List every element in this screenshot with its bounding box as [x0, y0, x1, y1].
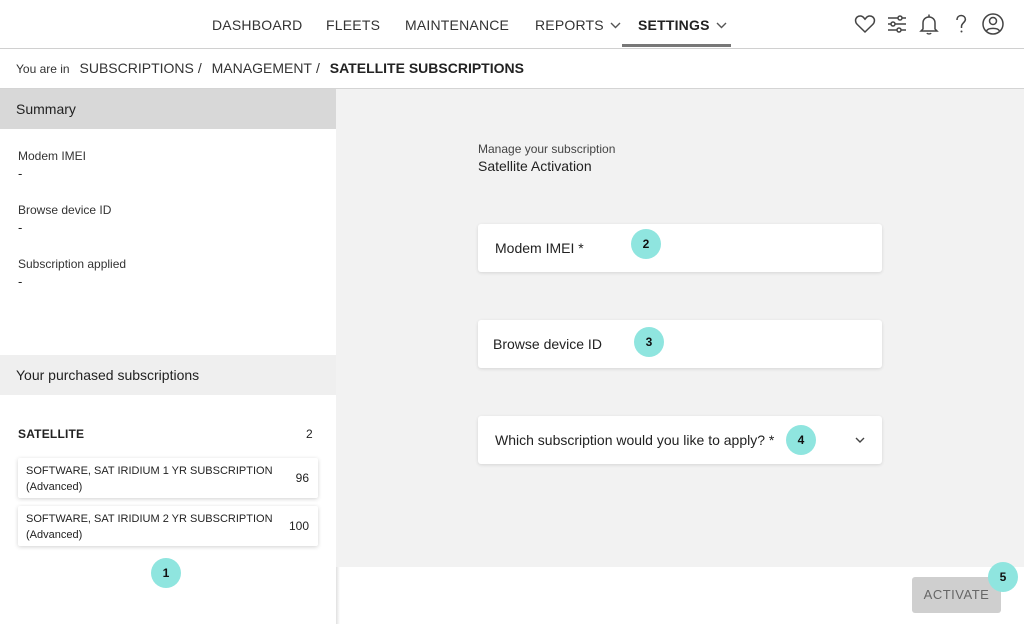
subscription-count: 96	[295, 471, 309, 485]
chevron-down-icon	[716, 0, 727, 49]
nav-reports-label: REPORTS	[535, 17, 604, 33]
step-badge-2: 2	[631, 229, 661, 259]
nav-fleets[interactable]: FLEETS	[326, 0, 380, 48]
heart-icon[interactable]	[853, 12, 877, 36]
chevron-down-icon	[855, 437, 865, 443]
form-title: Satellite Activation	[478, 158, 592, 174]
step-badge-1: 1	[151, 558, 181, 588]
subscription-card[interactable]: SOFTWARE, SAT IRIDIUM 2 YR SUBSCRIPTION …	[18, 506, 318, 546]
modem-imei-input[interactable]: Modem IMEI *	[478, 224, 882, 272]
subscription-card[interactable]: SOFTWARE, SAT IRIDIUM 1 YR SUBSCRIPTION …	[18, 458, 318, 498]
device-id-placeholder: Browse device ID	[493, 336, 602, 352]
step-badge-5: 5	[988, 562, 1018, 592]
purchased-subscriptions-header: Your purchased subscriptions	[0, 355, 336, 395]
device-id-input[interactable]: Browse device ID	[478, 320, 882, 368]
subscription-tier: (Advanced)	[26, 481, 83, 493]
step-badge-4: 4	[786, 425, 816, 455]
activate-button[interactable]: ACTIVATE	[912, 577, 1001, 613]
summary-modem-imei-label: Modem IMEI	[18, 149, 87, 163]
nav-settings-label: SETTINGS	[638, 17, 710, 33]
subscription-name: SOFTWARE, SAT IRIDIUM 2 YR SUBSCRIPTION	[26, 513, 273, 525]
summary-subscription-value: -	[18, 274, 23, 289]
subscription-select-placeholder: Which subscription would you like to app…	[495, 432, 775, 448]
breadcrumb-subscriptions[interactable]: SUBSCRIPTIONS	[80, 60, 194, 76]
sliders-icon[interactable]	[885, 12, 909, 36]
activation-form-panel: Manage your subscription Satellite Activ…	[336, 89, 1024, 567]
active-tab-indicator	[622, 44, 731, 47]
modem-imei-placeholder: Modem IMEI *	[495, 240, 584, 256]
top-navigation: DASHBOARD FLEETS MAINTENANCE REPORTS SET…	[0, 0, 1024, 49]
summary-header: Summary	[0, 89, 336, 129]
summary-panel: Summary Modem IMEI - Browse device ID - …	[0, 89, 336, 624]
nav-maintenance[interactable]: MAINTENANCE	[405, 0, 509, 48]
breadcrumb-separator: /	[197, 60, 202, 76]
nav-reports[interactable]: REPORTS	[535, 0, 621, 48]
subscription-name: SOFTWARE, SAT IRIDIUM 1 YR SUBSCRIPTION	[26, 465, 273, 477]
bell-icon[interactable]	[917, 12, 941, 36]
subscription-count: 100	[288, 519, 309, 533]
user-icon[interactable]	[981, 12, 1005, 36]
summary-device-id-label: Browse device ID	[18, 203, 112, 217]
subscription-select[interactable]: Which subscription would you like to app…	[478, 416, 882, 464]
chevron-down-icon	[610, 0, 621, 49]
step-badge-3: 3	[634, 327, 664, 357]
form-label: Manage your subscription	[478, 142, 616, 156]
satellite-group-count: 2	[306, 427, 313, 441]
breadcrumb: You are in SUBSCRIPTIONS / MANAGEMENT / SA…	[16, 60, 524, 78]
breadcrumb-management[interactable]: MANAGEMENT	[212, 60, 312, 76]
summary-subscription-label: Subscription applied	[18, 257, 127, 271]
panel-shadow	[336, 567, 340, 624]
summary-modem-imei-value: -	[18, 166, 23, 181]
breadcrumb-current: SATELLITE SUBSCRIPTIONS	[329, 60, 524, 76]
satellite-group-title: SATELLITE	[18, 427, 85, 441]
nav-dashboard[interactable]: DASHBOARD	[212, 0, 302, 48]
help-icon[interactable]	[949, 12, 973, 36]
summary-device-id-value: -	[18, 220, 23, 235]
breadcrumb-prefix: You are in	[16, 62, 70, 76]
breadcrumb-separator: /	[315, 60, 320, 76]
nav-settings[interactable]: SETTINGS	[638, 0, 727, 48]
subscription-tier: (Advanced)	[26, 529, 83, 541]
